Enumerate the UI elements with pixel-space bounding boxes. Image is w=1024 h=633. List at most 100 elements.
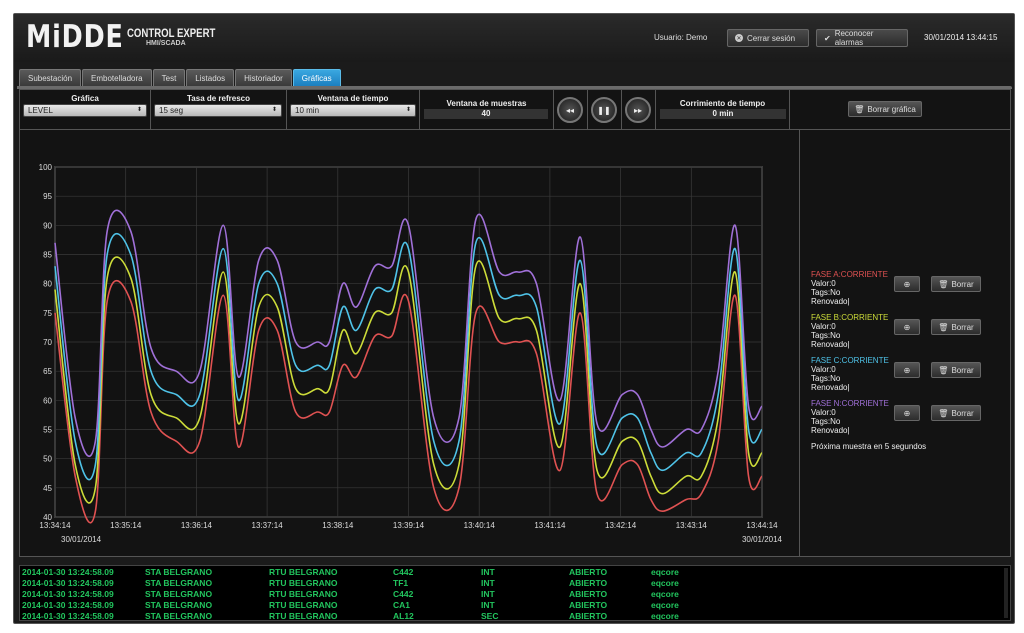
legend-renovado: Renovado|	[811, 340, 850, 349]
corrimiento-label: Corrimiento de tiempo	[679, 99, 766, 108]
x-tick-label: 13:40:14	[464, 521, 496, 530]
brand-line1: CONTROL EXPERT	[127, 26, 216, 40]
delete-series-button[interactable]: 🗑 Borrar	[931, 405, 981, 421]
log-cell: C442	[393, 589, 414, 599]
plus-icon: ⊕	[903, 365, 911, 375]
log-row[interactable]: 2014-01-30 13:24:58.09 STA BELGRANO RTU BE…	[20, 578, 1010, 589]
delete-series-button[interactable]: 🗑 Borrar	[931, 276, 981, 292]
pause-icon: ❚❚	[597, 105, 611, 115]
delete-series-button[interactable]: 🗑 Borrar	[931, 319, 981, 335]
chart-area: 40 45 50 55 60 65 70 75 80 85 90 95 100 13:34:14 13:35…	[20, 130, 800, 556]
logout-label: Cerrar sesión	[747, 33, 796, 43]
legend-name: FASE C:CORRIENTE	[811, 356, 889, 365]
x-date-right: 30/01/2014	[742, 535, 783, 544]
add-series-button[interactable]: ⊕	[894, 276, 920, 292]
log-cell: 2014-01-30 13:24:58.09	[22, 611, 114, 621]
add-series-button[interactable]: ⊕	[894, 319, 920, 335]
y-tick-label: 55	[43, 426, 52, 435]
trash-icon: 🗑	[938, 279, 949, 289]
header-datetime: 30/01/2014 13:44:15	[924, 33, 998, 42]
ack-alarms-button[interactable]: ✔ Reconocer alarmas	[816, 29, 908, 47]
log-cell: RTU BELGRANO	[269, 578, 338, 588]
log-cell: ABIERTO	[569, 600, 608, 610]
next-sample-text: Próxima muestra en 5 segundos	[811, 442, 927, 451]
grafica-select[interactable]: LEVEL ⬍	[23, 104, 147, 117]
chart-controls: Gráfica LEVEL ⬍ Tasa de refresco 15 seg …	[20, 90, 1010, 130]
muestras-control: Ventana de muestras 40	[420, 90, 554, 129]
x-tick-label: 13:42:14	[605, 521, 637, 530]
forward-button[interactable]: ▸▸	[625, 97, 651, 123]
log-cell: 2014-01-30 13:24:58.09	[22, 600, 114, 610]
select-arrows-icon: ⬍	[136, 107, 142, 113]
log-cell: eqcore	[651, 589, 679, 599]
log-cell: STA BELGRANO	[145, 600, 213, 610]
log-row[interactable]: 2014-01-30 13:24:58.09 STA BELGRANO RTU BE…	[20, 600, 1010, 611]
log-cell: AL12	[393, 611, 414, 621]
log-cell: eqcore	[651, 611, 679, 621]
rewind-button[interactable]: ◂◂	[557, 97, 583, 123]
log-cell: ABIERTO	[569, 589, 608, 599]
legend-renovado: Renovado|	[811, 383, 850, 392]
log-cell: 2014-01-30 13:24:58.09	[22, 589, 114, 599]
delete-label: Borrar	[951, 365, 974, 375]
log-cell: SEC	[481, 611, 499, 621]
legend-tags: Tags:No	[811, 288, 841, 297]
y-tick-label: 75	[43, 309, 52, 318]
log-scrollbar[interactable]	[1004, 568, 1008, 618]
logout-button[interactable]: ✕ Cerrar sesión	[727, 29, 809, 47]
rewind-icon: ◂◂	[565, 105, 575, 115]
ventana-select[interactable]: 10 min ⬍	[290, 104, 416, 117]
pause-cell: ❚❚	[588, 90, 622, 129]
x-tick-label: 13:44:14	[746, 521, 778, 530]
legend-name: FASE B:CORRIENTE	[811, 313, 889, 322]
log-cell: RTU BELGRANO	[269, 611, 338, 621]
add-series-button[interactable]: ⊕	[894, 362, 920, 378]
tab-embotelladora[interactable]: Embotelladora	[82, 69, 152, 86]
tab-historiador[interactable]: Historiador	[235, 69, 292, 86]
y-tick-label: 50	[43, 455, 52, 464]
event-log: 2014-01-30 13:24:58.09 STA BELGRANO RTU BE…	[19, 565, 1011, 621]
delete-label: Borrar	[951, 322, 974, 332]
legend-valor: Valor:0	[811, 408, 836, 417]
log-cell: STA BELGRANO	[145, 578, 213, 588]
tab-subestacion[interactable]: Subestación	[19, 69, 82, 86]
log-cell: eqcore	[651, 567, 679, 577]
log-cell: TF1	[393, 578, 409, 588]
ventana-value: 10 min	[295, 106, 320, 115]
close-circle-icon: ✕	[735, 34, 743, 42]
plus-icon: ⊕	[903, 322, 911, 332]
legend-renovado: Renovado|	[811, 426, 850, 435]
log-row[interactable]: 2014-01-30 13:24:58.09 STA BELGRANO RTU BE…	[20, 567, 1010, 578]
x-tick-label: 13:35:14	[110, 521, 142, 530]
tasa-control: Tasa de refresco 15 seg ⬍	[151, 90, 287, 129]
log-cell: 2014-01-30 13:24:58.09	[22, 567, 114, 577]
tab-listados[interactable]: Listados	[186, 69, 235, 86]
y-tick-label: 60	[43, 396, 52, 405]
legend-tags: Tags:No	[811, 374, 841, 383]
trash-icon: 🗑	[938, 365, 949, 375]
line-chart: 40455055606570758085909510013:34:14 13:35…	[39, 163, 783, 544]
log-cell: RTU BELGRANO	[269, 589, 338, 599]
y-tick-label: 95	[43, 192, 52, 201]
grafica-control: Gráfica LEVEL ⬍	[20, 90, 151, 129]
log-cell: RTU BELGRANO	[269, 600, 338, 610]
log-row[interactable]: 2014-01-30 13:24:58.09 STA BELGRANO RTU BE…	[20, 589, 1010, 600]
y-tick-label: 70	[43, 338, 52, 347]
select-arrows-icon: ⬍	[405, 107, 411, 113]
y-tick-label: 65	[43, 367, 52, 376]
log-cell: ABIERTO	[569, 578, 608, 588]
pause-button[interactable]: ❚❚	[591, 97, 617, 123]
tab-graficas[interactable]: Gráficas	[292, 69, 341, 86]
x-tick-label: 13:43:14	[676, 521, 708, 530]
log-row[interactable]: 2014-01-30 13:24:58.09 STA BELGRANO RTU BE…	[20, 611, 1010, 621]
x-tick-label: 13:34:14	[39, 521, 71, 530]
log-cell: INT	[481, 578, 495, 588]
x-tick-label: 13:36:14	[181, 521, 213, 530]
delete-series-button[interactable]: 🗑 Borrar	[931, 362, 981, 378]
tab-test[interactable]: Test	[152, 69, 186, 86]
tasa-select[interactable]: 15 seg ⬍	[154, 104, 282, 117]
y-tick-label: 85	[43, 251, 52, 260]
add-series-button[interactable]: ⊕	[894, 405, 920, 421]
clear-chart-button[interactable]: 🗑 Borrar gráfica	[848, 101, 922, 117]
log-cell: CA1	[393, 600, 411, 610]
